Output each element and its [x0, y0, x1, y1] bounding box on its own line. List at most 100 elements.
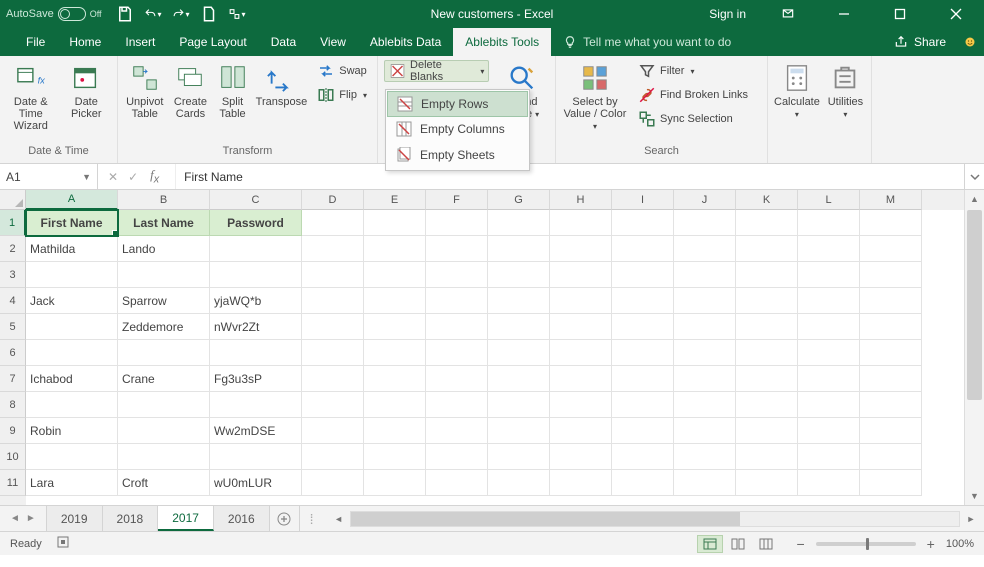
- new-file-icon[interactable]: [200, 5, 218, 23]
- create-cards-button[interactable]: Create Cards: [172, 60, 210, 120]
- tab-ablebits-tools[interactable]: Ablebits Tools: [453, 28, 551, 56]
- flip-button[interactable]: Flip▾: [313, 84, 371, 106]
- calculate-button[interactable]: Calculate▾: [774, 60, 820, 121]
- fx-icon[interactable]: fx: [150, 167, 159, 186]
- row-header-10[interactable]: 10: [0, 444, 26, 470]
- row-header-1[interactable]: 1: [0, 210, 26, 236]
- tab-insert[interactable]: Insert: [113, 28, 167, 56]
- date-picker-button[interactable]: Date Picker: [62, 60, 112, 120]
- row-header-7[interactable]: 7: [0, 366, 26, 392]
- menu-empty-rows[interactable]: Empty Rows: [387, 91, 528, 117]
- col-header-d[interactable]: D: [302, 190, 364, 210]
- cells[interactable]: First Name Last Name Password MathildaLa…: [26, 210, 964, 505]
- enter-formula-icon[interactable]: ✓: [128, 170, 138, 184]
- hscroll-right-icon[interactable]: ►: [962, 514, 980, 524]
- sheet-tab-2018[interactable]: 2018: [103, 506, 159, 531]
- utilities-button[interactable]: Utilities▾: [826, 60, 865, 121]
- save-icon[interactable]: [116, 5, 134, 23]
- delete-blanks-button[interactable]: Delete Blanks▾: [384, 60, 489, 82]
- tab-home[interactable]: Home: [57, 28, 113, 56]
- menu-empty-columns[interactable]: Empty Columns: [386, 116, 529, 142]
- ribbon-display-icon[interactable]: [766, 0, 810, 28]
- col-header-h[interactable]: H: [550, 190, 612, 210]
- date-time-wizard-button[interactable]: fx Date & Time Wizard: [6, 60, 56, 132]
- find-broken-links-button[interactable]: Find Broken Links: [634, 84, 752, 106]
- feedback-smiley-icon[interactable]: [956, 28, 984, 56]
- col-header-j[interactable]: J: [674, 190, 736, 210]
- redo-icon[interactable]: ▾: [172, 5, 190, 23]
- sheet-tab-2017[interactable]: 2017: [158, 506, 214, 531]
- row-header-3[interactable]: 3: [0, 262, 26, 288]
- zoom-level[interactable]: 100%: [946, 538, 974, 550]
- tell-me-search[interactable]: Tell me what you want to do: [551, 28, 743, 56]
- zoom-slider[interactable]: [816, 542, 916, 546]
- zoom-in-button[interactable]: +: [924, 536, 938, 552]
- name-box-dropdown-icon[interactable]: ▼: [82, 172, 91, 182]
- tab-ablebits-data[interactable]: Ablebits Data: [358, 28, 453, 56]
- row-header-2[interactable]: 2: [0, 236, 26, 262]
- col-header-b[interactable]: B: [118, 190, 210, 210]
- col-header-e[interactable]: E: [364, 190, 426, 210]
- row-header-5[interactable]: 5: [0, 314, 26, 340]
- select-all-corner[interactable]: [0, 190, 26, 210]
- share-button[interactable]: Share: [884, 28, 956, 56]
- view-page-layout-icon[interactable]: [725, 535, 751, 553]
- swap-button[interactable]: Swap: [313, 60, 371, 82]
- col-header-c[interactable]: C: [210, 190, 302, 210]
- hscroll-left-icon[interactable]: ◄: [330, 514, 348, 524]
- cell-b1[interactable]: Last Name: [118, 210, 210, 236]
- sync-selection-button[interactable]: Sync Selection: [634, 108, 752, 130]
- split-table-button[interactable]: Split Table: [215, 60, 249, 120]
- tab-data[interactable]: Data: [259, 28, 308, 56]
- col-header-l[interactable]: L: [798, 190, 860, 210]
- scroll-up-icon[interactable]: ▲: [965, 190, 984, 208]
- cancel-formula-icon[interactable]: ✕: [108, 170, 118, 184]
- view-normal-icon[interactable]: [697, 535, 723, 553]
- add-sheet-button[interactable]: [270, 506, 300, 531]
- col-header-k[interactable]: K: [736, 190, 798, 210]
- qat-more-icon[interactable]: ▾: [228, 5, 246, 23]
- row-header-4[interactable]: 4: [0, 288, 26, 314]
- autosave-toggle[interactable]: AutoSave Off: [6, 7, 102, 21]
- filter-button[interactable]: Filter▾: [634, 60, 752, 82]
- sheet-next-icon[interactable]: ►: [26, 513, 36, 524]
- col-header-m[interactable]: M: [860, 190, 922, 210]
- hscroll-thumb[interactable]: [351, 512, 740, 526]
- formula-expand-icon[interactable]: [964, 164, 984, 189]
- name-box[interactable]: A1 ▼: [0, 164, 98, 189]
- tab-file[interactable]: File: [14, 28, 57, 56]
- cell-a1[interactable]: First Name: [26, 210, 118, 236]
- maximize-button[interactable]: [878, 0, 922, 28]
- vertical-scrollbar[interactable]: ▲ ▼: [964, 190, 984, 505]
- undo-icon[interactable]: ▾: [144, 5, 162, 23]
- scroll-thumb[interactable]: [967, 210, 982, 400]
- group-label-transform: Transform: [124, 145, 371, 161]
- select-by-button[interactable]: Select by Value / Color ▾: [562, 60, 628, 133]
- col-header-f[interactable]: F: [426, 190, 488, 210]
- macro-record-icon[interactable]: [56, 535, 70, 552]
- close-button[interactable]: [934, 0, 978, 28]
- row-header-8[interactable]: 8: [0, 392, 26, 418]
- minimize-button[interactable]: [822, 0, 866, 28]
- horizontal-scrollbar[interactable]: [350, 511, 960, 527]
- row-header-9[interactable]: 9: [0, 418, 26, 444]
- sheet-tab-2016[interactable]: 2016: [214, 506, 270, 531]
- row-header-11[interactable]: 11: [0, 470, 26, 496]
- transpose-button[interactable]: Transpose: [256, 60, 308, 108]
- unpivot-button[interactable]: Unpivot Table: [124, 60, 166, 120]
- scroll-down-icon[interactable]: ▼: [965, 487, 984, 505]
- col-header-i[interactable]: I: [612, 190, 674, 210]
- menu-empty-sheets[interactable]: Empty Sheets: [386, 142, 529, 168]
- sheet-tab-2019[interactable]: 2019: [46, 506, 103, 531]
- col-header-g[interactable]: G: [488, 190, 550, 210]
- cell-c1[interactable]: Password: [210, 210, 302, 236]
- sign-in-button[interactable]: Sign in: [701, 7, 754, 21]
- formula-input[interactable]: First Name: [176, 170, 964, 184]
- col-header-a[interactable]: A: [26, 190, 118, 210]
- zoom-out-button[interactable]: −: [793, 536, 807, 552]
- tab-page-layout[interactable]: Page Layout: [167, 28, 258, 56]
- view-page-break-icon[interactable]: [753, 535, 779, 553]
- row-header-6[interactable]: 6: [0, 340, 26, 366]
- sheet-prev-icon[interactable]: ◄: [10, 513, 20, 524]
- tab-view[interactable]: View: [308, 28, 358, 56]
